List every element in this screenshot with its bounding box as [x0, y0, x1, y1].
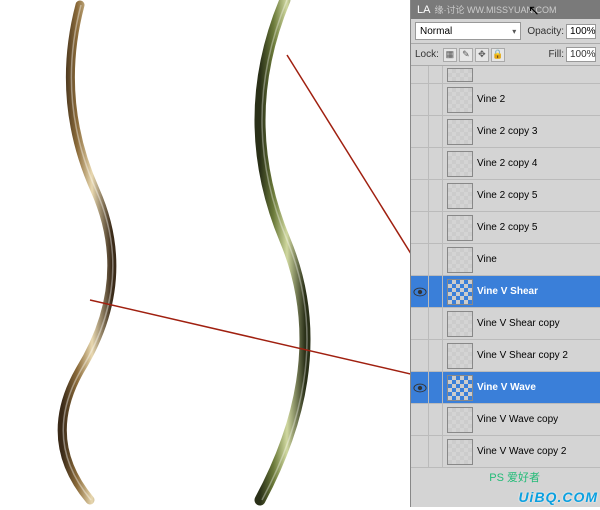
layer-thumbnail[interactable] — [447, 343, 473, 369]
visibility-toggle[interactable] — [411, 244, 429, 275]
layer-row[interactable]: Vine — [411, 244, 600, 276]
layer-name-label[interactable]: Vine V Wave copy 2 — [477, 446, 567, 457]
panel-tab-layers[interactable]: LA — [417, 4, 430, 16]
visibility-toggle[interactable] — [411, 436, 429, 467]
lock-transparency-icon[interactable]: ▦ — [443, 48, 457, 62]
layer-thumbnail[interactable] — [447, 439, 473, 465]
layer-row[interactable]: Vine V Wave copy — [411, 404, 600, 436]
visibility-toggle[interactable] — [411, 340, 429, 371]
layer-thumbnail[interactable] — [447, 215, 473, 241]
visibility-toggle[interactable] — [411, 212, 429, 243]
layer-row[interactable]: Vine 2 copy 5 — [411, 180, 600, 212]
layer-thumbnail[interactable] — [447, 247, 473, 273]
layer-thumbnail[interactable] — [447, 151, 473, 177]
layer-row[interactable]: Vine V Wave copy 2 — [411, 436, 600, 468]
layer-name-label[interactable]: Vine 2 — [477, 94, 505, 105]
link-col[interactable] — [429, 404, 443, 435]
lock-label: Lock: — [415, 49, 439, 60]
layer-row[interactable]: Vine V Shear — [411, 276, 600, 308]
lock-position-icon[interactable]: ✥ — [475, 48, 489, 62]
layer-thumbnail[interactable] — [447, 87, 473, 113]
link-col[interactable] — [429, 308, 443, 339]
blend-row: Normal ▾ Opacity: 100% — [411, 19, 600, 44]
link-col[interactable] — [429, 436, 443, 467]
opacity-input[interactable]: 100% — [566, 24, 596, 39]
link-col[interactable] — [429, 372, 443, 403]
layer-row[interactable]: Vine V Shear copy 2 — [411, 340, 600, 372]
link-col[interactable] — [429, 84, 443, 115]
lock-pixels-icon[interactable]: ✎ — [459, 48, 473, 62]
eye-icon — [413, 287, 427, 297]
layer-thumbnail[interactable] — [447, 279, 473, 305]
fill-input[interactable]: 100% — [566, 47, 596, 62]
panel-header: LA 缘·讨论 WW.MISSYUAN.COM — [411, 0, 600, 19]
lock-row: Lock: ▦ ✎ ✥ 🔒 Fill: 100% — [411, 44, 600, 66]
blend-mode-value: Normal — [420, 26, 452, 37]
link-col[interactable] — [429, 276, 443, 307]
layer-name-label[interactable]: Vine — [477, 254, 497, 265]
chevron-down-icon: ▾ — [512, 27, 516, 36]
link-col[interactable] — [429, 66, 443, 83]
fill-label: Fill: — [548, 49, 564, 60]
link-col[interactable] — [429, 212, 443, 243]
mouse-cursor: ↖ — [528, 2, 540, 19]
layer-thumbnail[interactable] — [447, 68, 473, 82]
watermark-text-2: PS 爱好者 — [489, 469, 540, 485]
layer-name-label[interactable]: Vine V Shear — [477, 286, 538, 297]
visibility-toggle[interactable] — [411, 148, 429, 179]
layer-name-label[interactable]: Vine 2 copy 4 — [477, 158, 537, 169]
visibility-toggle[interactable] — [411, 66, 429, 83]
eye-icon — [413, 383, 427, 393]
layer-row[interactable]: Vine 2 copy 3 — [411, 116, 600, 148]
lock-all-icon[interactable]: 🔒 — [491, 48, 505, 62]
document-canvas[interactable] — [0, 0, 410, 507]
layer-name-label[interactable]: Vine V Wave copy — [477, 414, 558, 425]
layer-name-label[interactable]: Vine 2 copy 3 — [477, 126, 537, 137]
visibility-toggle[interactable] — [411, 276, 429, 307]
layer-name-label[interactable]: Vine 2 copy 5 — [477, 190, 537, 201]
link-col[interactable] — [429, 116, 443, 147]
layers-panel: LA 缘·讨论 WW.MISSYUAN.COM Normal ▾ Opacity… — [410, 0, 600, 507]
layer-row[interactable]: Vine 2 copy 4 — [411, 148, 600, 180]
layer-name-label[interactable]: Vine 2 copy 5 — [477, 222, 537, 233]
visibility-toggle[interactable] — [411, 372, 429, 403]
blend-mode-select[interactable]: Normal ▾ — [415, 22, 521, 40]
layer-name-label[interactable]: Vine V Wave — [477, 382, 536, 393]
layer-thumbnail[interactable] — [447, 375, 473, 401]
layer-row[interactable]: Vine 2 copy 5 — [411, 212, 600, 244]
watermark-text: UiBQ.COM — [518, 489, 598, 505]
link-col[interactable] — [429, 340, 443, 371]
link-col[interactable] — [429, 244, 443, 275]
opacity-label: Opacity: — [527, 26, 564, 37]
link-col[interactable] — [429, 148, 443, 179]
visibility-toggle[interactable] — [411, 84, 429, 115]
visibility-toggle[interactable] — [411, 180, 429, 211]
layer-thumbnail[interactable] — [447, 119, 473, 145]
layer-thumbnail[interactable] — [447, 407, 473, 433]
layer-row[interactable]: Vine V Shear copy — [411, 308, 600, 340]
layer-row[interactable]: Vine V Wave — [411, 372, 600, 404]
layers-list: Vine 2 Vine 2 copy 3 Vine 2 copy 4 Vine 2 c… — [411, 66, 600, 507]
layer-name-label[interactable]: Vine V Shear copy — [477, 318, 560, 329]
layer-row-partial[interactable] — [411, 66, 600, 84]
layer-name-label[interactable]: Vine V Shear copy 2 — [477, 350, 568, 361]
visibility-toggle[interactable] — [411, 404, 429, 435]
visibility-toggle[interactable] — [411, 116, 429, 147]
layer-thumbnail[interactable] — [447, 311, 473, 337]
layer-row[interactable]: Vine 2 — [411, 84, 600, 116]
layer-thumbnail[interactable] — [447, 183, 473, 209]
visibility-toggle[interactable] — [411, 308, 429, 339]
link-col[interactable] — [429, 180, 443, 211]
